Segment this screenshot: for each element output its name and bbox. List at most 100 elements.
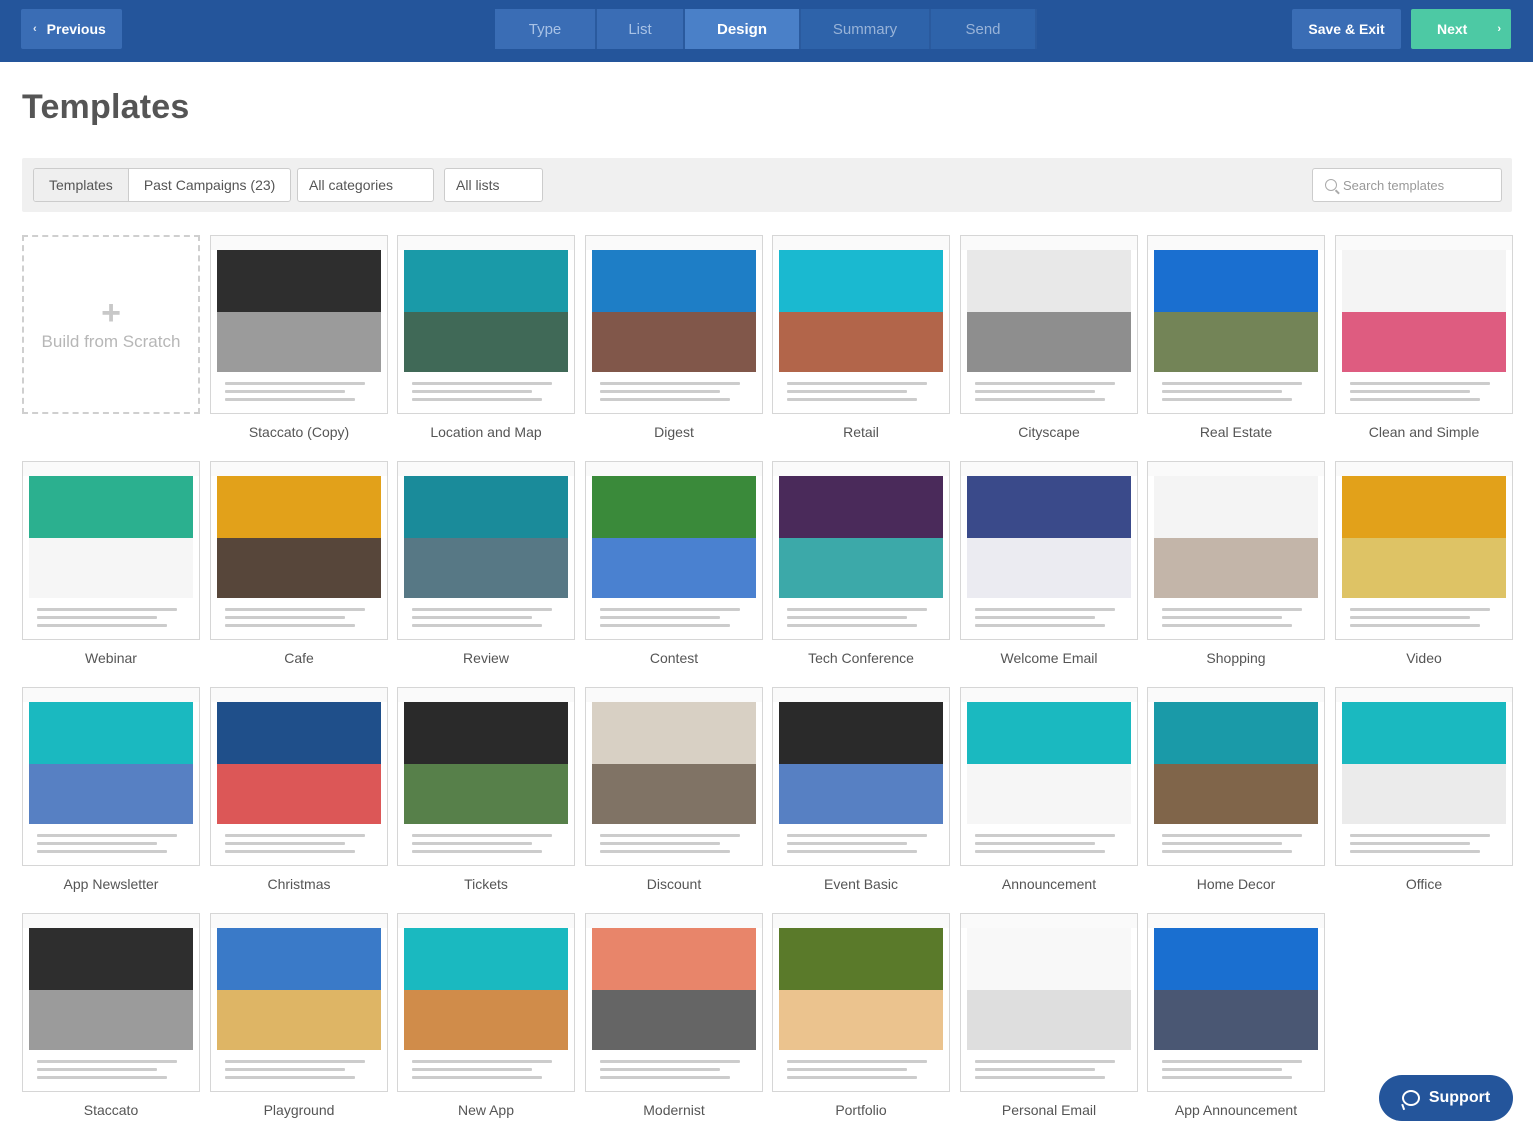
support-button[interactable]: Support bbox=[1379, 1075, 1513, 1121]
template-thumbnail[interactable] bbox=[210, 461, 388, 640]
thumb-image bbox=[404, 764, 568, 824]
step-send[interactable]: Send bbox=[931, 9, 1037, 49]
template-card-christmas[interactable]: Christmas bbox=[210, 687, 388, 892]
template-card-tech-conference[interactable]: Tech Conference bbox=[772, 461, 950, 666]
template-card-real-estate[interactable]: Real Estate bbox=[1147, 235, 1325, 440]
template-card-location-and-map[interactable]: Location and Map bbox=[397, 235, 575, 440]
previous-label: Previous bbox=[46, 21, 106, 37]
thumb-text-line bbox=[225, 1068, 345, 1071]
template-card-webinar[interactable]: Webinar bbox=[22, 461, 200, 666]
tab-past-campaigns[interactable]: Past Campaigns (23) bbox=[129, 169, 291, 201]
tab-templates[interactable]: Templates bbox=[34, 169, 129, 201]
template-card-tickets[interactable]: Tickets bbox=[397, 687, 575, 892]
template-thumbnail[interactable] bbox=[22, 461, 200, 640]
thumb-text-line bbox=[225, 850, 355, 853]
template-card-app-announcement[interactable]: App Announcement bbox=[1147, 913, 1325, 1118]
template-thumbnail[interactable] bbox=[22, 687, 200, 866]
template-thumbnail[interactable] bbox=[22, 913, 200, 1092]
template-card-app-newsletter[interactable]: App Newsletter bbox=[22, 687, 200, 892]
template-card-review[interactable]: Review bbox=[397, 461, 575, 666]
template-thumbnail[interactable] bbox=[397, 687, 575, 866]
template-thumbnail[interactable] bbox=[585, 913, 763, 1092]
search-input[interactable]: Search templates bbox=[1312, 168, 1502, 202]
template-thumbnail[interactable] bbox=[960, 687, 1138, 866]
template-thumbnail[interactable] bbox=[585, 461, 763, 640]
template-thumbnail[interactable] bbox=[210, 687, 388, 866]
template-card-contest[interactable]: Contest bbox=[585, 461, 763, 666]
template-thumbnail[interactable] bbox=[210, 913, 388, 1092]
template-thumbnail[interactable] bbox=[772, 235, 950, 414]
step-summary[interactable]: Summary bbox=[801, 9, 931, 49]
thumb-text-line bbox=[37, 1068, 157, 1071]
template-thumbnail[interactable] bbox=[397, 461, 575, 640]
thumb-text-line bbox=[1162, 1076, 1292, 1079]
thumb-text-line bbox=[787, 624, 917, 627]
template-card-shopping[interactable]: Shopping bbox=[1147, 461, 1325, 666]
template-card-personal-email[interactable]: Personal Email bbox=[960, 913, 1138, 1118]
template-card-discount[interactable]: Discount bbox=[585, 687, 763, 892]
save-exit-button[interactable]: Save & Exit bbox=[1292, 9, 1401, 49]
template-thumbnail[interactable] bbox=[210, 235, 388, 414]
step-design[interactable]: Design bbox=[685, 9, 801, 49]
template-thumbnail[interactable] bbox=[960, 235, 1138, 414]
thumb-header bbox=[1336, 462, 1512, 476]
template-card-clean-and-simple[interactable]: Clean and Simple bbox=[1335, 235, 1513, 440]
template-thumbnail[interactable] bbox=[1335, 461, 1513, 640]
template-card-event-basic[interactable]: Event Basic bbox=[772, 687, 950, 892]
template-thumbnail[interactable] bbox=[397, 913, 575, 1092]
template-thumbnail[interactable] bbox=[772, 913, 950, 1092]
chevron-right-icon: › bbox=[1497, 23, 1501, 35]
thumb-image bbox=[592, 764, 756, 824]
thumb-text-line bbox=[225, 842, 345, 845]
template-thumbnail[interactable] bbox=[1147, 913, 1325, 1092]
next-button[interactable]: Next › bbox=[1411, 9, 1511, 49]
template-thumbnail[interactable] bbox=[1147, 687, 1325, 866]
template-card-playground[interactable]: Playground bbox=[210, 913, 388, 1118]
template-card-office[interactable]: Office bbox=[1335, 687, 1513, 892]
template-name: Real Estate bbox=[1199, 424, 1273, 440]
template-thumbnail[interactable] bbox=[772, 461, 950, 640]
template-card-staccato-copy[interactable]: Staccato (Copy) bbox=[210, 235, 388, 440]
previous-button[interactable]: ‹ Previous bbox=[21, 9, 122, 49]
template-thumbnail[interactable] bbox=[772, 687, 950, 866]
step-type[interactable]: Type bbox=[495, 9, 597, 49]
template-card-portfolio[interactable]: Portfolio bbox=[772, 913, 950, 1118]
template-thumbnail[interactable] bbox=[585, 687, 763, 866]
step-list[interactable]: List bbox=[597, 9, 685, 49]
template-thumbnail[interactable] bbox=[585, 235, 763, 414]
template-card-retail[interactable]: Retail bbox=[772, 235, 950, 440]
template-thumbnail[interactable] bbox=[1147, 461, 1325, 640]
template-thumbnail[interactable] bbox=[1335, 687, 1513, 866]
template-card-cafe[interactable]: Cafe bbox=[210, 461, 388, 666]
thumb-header bbox=[586, 236, 762, 250]
thumb-header bbox=[23, 688, 199, 702]
template-thumbnail[interactable] bbox=[1147, 235, 1325, 414]
template-thumbnail[interactable] bbox=[960, 461, 1138, 640]
build-from-scratch-card[interactable]: + Build from Scratch bbox=[22, 235, 200, 414]
template-card-welcome-email[interactable]: Welcome Email bbox=[960, 461, 1138, 666]
thumb-text-line bbox=[37, 842, 157, 845]
template-card-new-app[interactable]: New App bbox=[397, 913, 575, 1118]
thumb-text-line bbox=[412, 624, 542, 627]
thumb-header bbox=[398, 462, 574, 476]
template-card-modernist[interactable]: Modernist bbox=[585, 913, 763, 1118]
template-card-home-decor[interactable]: Home Decor bbox=[1147, 687, 1325, 892]
template-name: Home Decor bbox=[1196, 876, 1276, 892]
template-name: Office bbox=[1405, 876, 1443, 892]
template-card-announcement[interactable]: Announcement bbox=[960, 687, 1138, 892]
scratch-thumb[interactable]: + Build from Scratch bbox=[22, 235, 200, 414]
lists-select[interactable]: All lists bbox=[444, 168, 543, 202]
template-thumbnail[interactable] bbox=[1335, 235, 1513, 414]
thumb-text-line bbox=[975, 1076, 1105, 1079]
thumb-text-line bbox=[975, 842, 1095, 845]
thumb-image bbox=[1342, 538, 1506, 598]
template-thumbnail[interactable] bbox=[397, 235, 575, 414]
thumb-text-line bbox=[1350, 390, 1470, 393]
template-thumbnail[interactable] bbox=[960, 913, 1138, 1092]
template-card-digest[interactable]: Digest bbox=[585, 235, 763, 440]
thumb-image bbox=[592, 312, 756, 372]
categories-select[interactable]: All categories bbox=[297, 168, 434, 202]
template-card-cityscape[interactable]: Cityscape bbox=[960, 235, 1138, 440]
template-card-staccato[interactable]: Staccato bbox=[22, 913, 200, 1118]
template-card-video[interactable]: Video bbox=[1335, 461, 1513, 666]
